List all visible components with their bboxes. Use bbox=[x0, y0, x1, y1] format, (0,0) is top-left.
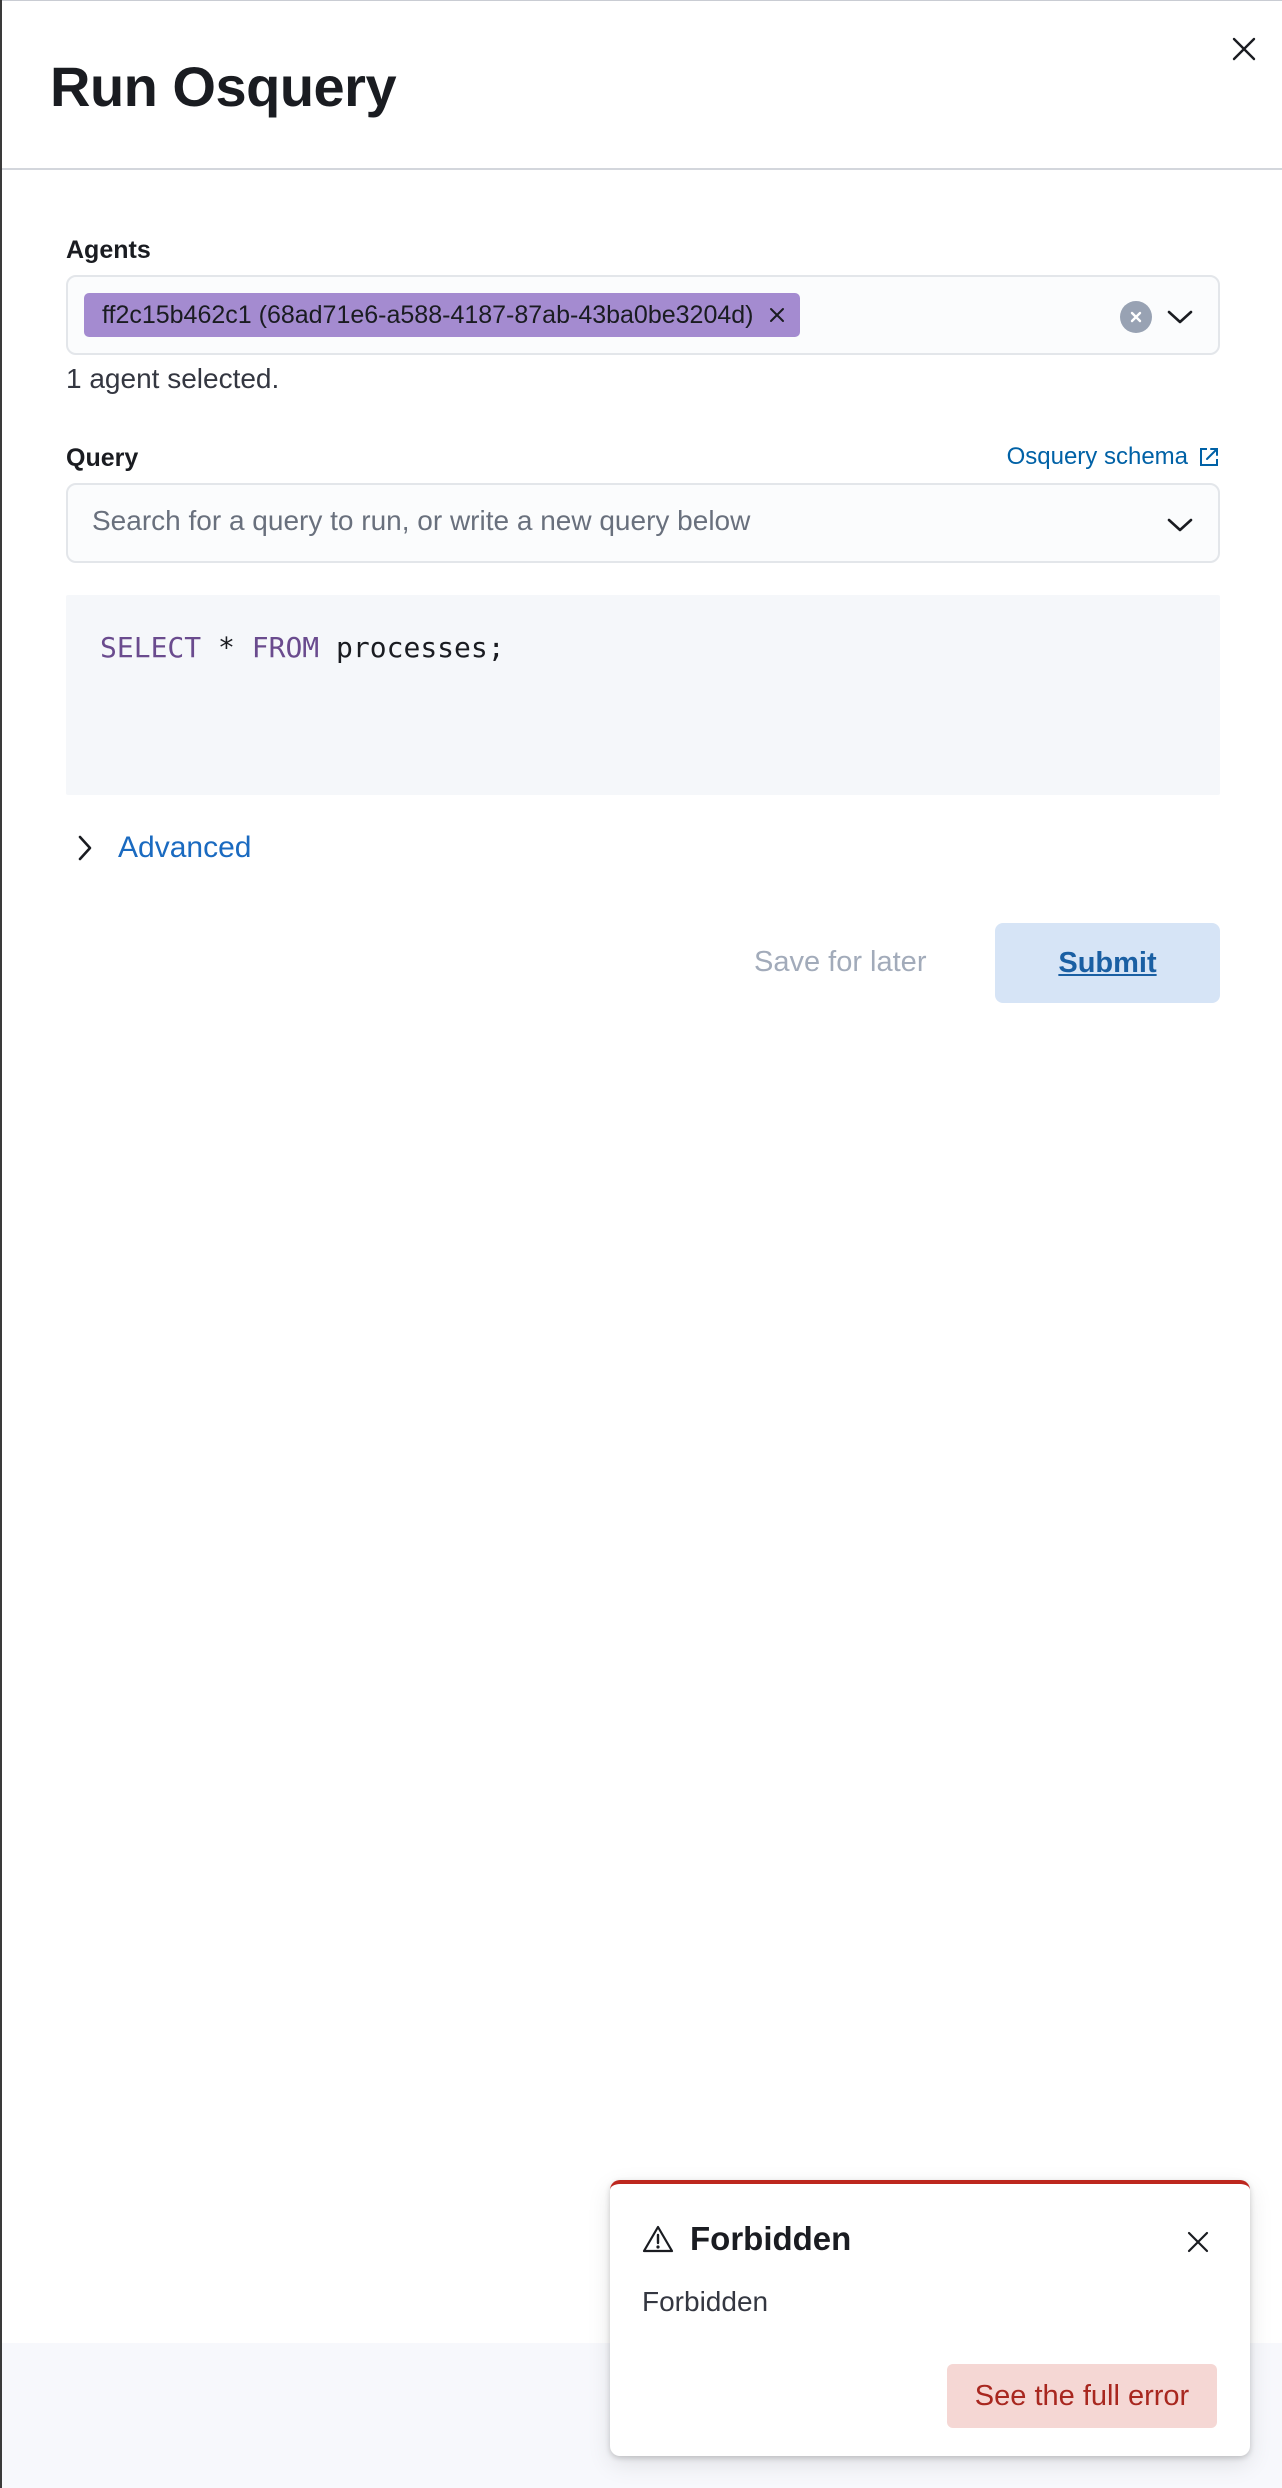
clear-circle-icon bbox=[1130, 311, 1142, 323]
flyout-title: Run Osquery bbox=[50, 55, 397, 118]
query-label: Query bbox=[66, 444, 139, 472]
flyout-header: Run Osquery bbox=[2, 1, 1282, 170]
close-icon bbox=[1232, 37, 1256, 61]
clear-agents-button[interactable] bbox=[1120, 301, 1152, 333]
save-for-later-button[interactable]: Save for later bbox=[754, 946, 926, 979]
external-link-icon bbox=[1200, 448, 1218, 466]
advanced-accordion-toggle[interactable]: Advanced bbox=[76, 831, 251, 865]
code-star: * bbox=[201, 631, 252, 664]
submit-button[interactable]: Submit bbox=[995, 923, 1220, 1003]
toast-close-button[interactable] bbox=[1178, 2222, 1218, 2262]
query-search-placeholder: Search for a query to run, or write a ne… bbox=[92, 505, 751, 536]
agents-label: Agents bbox=[66, 236, 151, 264]
osquery-schema-label: Osquery schema bbox=[1006, 443, 1188, 470]
close-flyout-button[interactable] bbox=[1224, 29, 1264, 69]
query-search-combobox[interactable]: Search for a query to run, or write a ne… bbox=[66, 483, 1220, 563]
close-icon bbox=[1187, 2231, 1209, 2253]
remove-agent-button[interactable] bbox=[768, 306, 786, 324]
close-icon bbox=[769, 308, 784, 322]
toast-title: Forbidden bbox=[690, 2220, 852, 2257]
agents-helper-text: 1 agent selected. bbox=[66, 363, 280, 394]
run-osquery-flyout: Run Osquery Agents ff2c15b462c1 (68ad71e… bbox=[2, 0, 1282, 2488]
agent-chip-label: ff2c15b462c1 (68ad71e6-a588-4187-87ab-43… bbox=[102, 300, 754, 329]
chevron-down-icon bbox=[1167, 310, 1193, 324]
agent-chip: ff2c15b462c1 (68ad71e6-a588-4187-87ab-43… bbox=[84, 293, 800, 337]
code-line: SELECT * FROM processes; bbox=[100, 631, 505, 664]
toast-title-row: Forbidden bbox=[642, 2220, 851, 2258]
chevron-right-icon bbox=[78, 835, 92, 861]
agents-combobox[interactable]: ff2c15b462c1 (68ad71e6-a588-4187-87ab-43… bbox=[66, 275, 1220, 355]
query-code-editor[interactable]: SELECT * FROM processes; bbox=[66, 595, 1220, 795]
code-keyword-from: FROM bbox=[251, 631, 320, 664]
warning-icon bbox=[642, 2225, 674, 2253]
advanced-label: Advanced bbox=[118, 831, 252, 864]
chevron-down-icon bbox=[1167, 518, 1193, 532]
see-full-error-button[interactable]: See the full error bbox=[947, 2364, 1217, 2428]
osquery-schema-link[interactable]: Osquery schema bbox=[1007, 443, 1220, 471]
error-toast: Forbidden Forbidden See the full error bbox=[610, 2180, 1250, 2456]
toast-body: Forbidden bbox=[642, 2286, 769, 2317]
code-keyword-select: SELECT bbox=[100, 631, 202, 664]
query-dropdown-toggle[interactable] bbox=[1162, 507, 1198, 543]
agents-dropdown-toggle[interactable] bbox=[1162, 299, 1198, 335]
code-table: processes; bbox=[319, 631, 505, 664]
